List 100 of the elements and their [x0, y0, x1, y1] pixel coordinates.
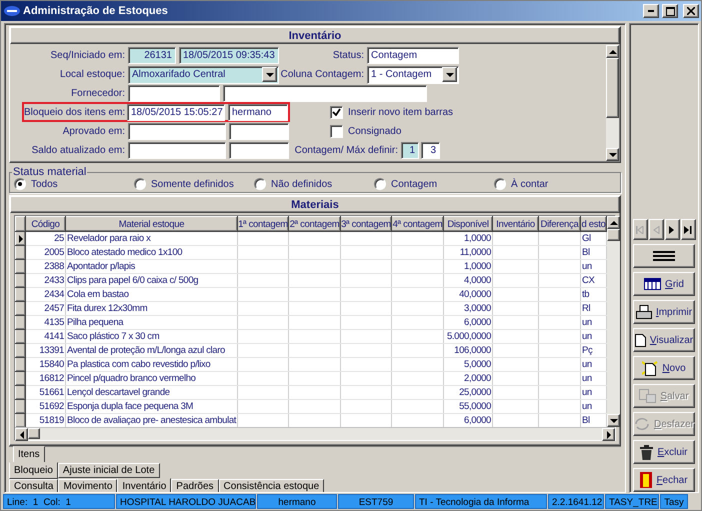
input-field[interactable] — [128, 142, 226, 159]
row-header[interactable] — [16, 316, 26, 330]
toolbar-button[interactable]: Excluir — [633, 440, 695, 464]
input-field[interactable]: 18/05/2015 09:35:43 — [179, 47, 279, 64]
field-label: Status: — [332, 50, 364, 61]
row-header[interactable] — [16, 344, 26, 358]
table-cell: 2434 — [26, 288, 66, 302]
scroll-thumb[interactable] — [606, 58, 619, 118]
scroll-thumb[interactable] — [607, 229, 620, 241]
table-cell: 55,0000 — [444, 400, 492, 414]
column-header[interactable]: d esto — [580, 216, 606, 232]
row-header[interactable] — [16, 358, 26, 372]
column-header[interactable]: Inventário — [492, 216, 538, 232]
toolbar-button[interactable]: Imprimir — [633, 300, 695, 324]
input-field[interactable]: Contagem — [367, 47, 459, 64]
input-field[interactable] — [128, 123, 226, 140]
radio-option[interactable]: Somente definidos — [134, 178, 254, 190]
input-field[interactable]: 3 — [421, 142, 440, 159]
input-field[interactable] — [229, 123, 289, 140]
radio-option[interactable]: À contar — [494, 178, 614, 190]
radio-option[interactable]: Contagem — [374, 178, 494, 190]
scroll-right-button[interactable] — [602, 428, 615, 441]
printer-icon — [636, 305, 652, 319]
input-field[interactable]: 1 — [401, 142, 419, 159]
table-cell: 15840 — [26, 358, 66, 372]
nav-button[interactable] — [680, 219, 696, 240]
tab[interactable]: Inventário — [117, 478, 172, 492]
scrollbar[interactable] — [607, 216, 620, 427]
column-header[interactable]: Disponível — [444, 216, 492, 232]
tab[interactable]: Consistência estoque — [218, 479, 324, 492]
scroll-down-button[interactable] — [606, 148, 619, 161]
dropdown[interactable]: Almoxarifado Central — [128, 66, 279, 84]
scroll-left-button[interactable] — [15, 428, 28, 441]
scrollbar[interactable] — [15, 427, 615, 440]
toolbar-button[interactable]: Fechar — [633, 468, 695, 492]
panel-title: Inventário — [10, 27, 620, 44]
row-header[interactable] — [16, 246, 26, 260]
table-cell: 51692 — [26, 400, 66, 414]
toolbar-button[interactable]: Visualizar — [633, 328, 695, 352]
arrow-down-icon — [446, 72, 454, 78]
tab[interactable]: Movimento — [58, 479, 118, 492]
input-field[interactable] — [128, 84, 220, 102]
column-header[interactable]: 2ª contagem — [288, 216, 340, 232]
minimize-button[interactable] — [643, 4, 659, 18]
arrow-up-icon — [610, 220, 618, 226]
column-header[interactable]: Código — [26, 216, 66, 232]
column-header[interactable]: 3ª contagem — [340, 216, 392, 232]
row-header[interactable] — [16, 414, 26, 428]
column-header[interactable]: Diferença — [538, 216, 580, 232]
tab[interactable]: Consulta — [9, 479, 58, 492]
row-header[interactable] — [16, 386, 26, 400]
input-field[interactable]: 18/05/2015 15:05:27 — [127, 104, 225, 120]
table-cell: Fita durex 12x30mm — [66, 302, 238, 316]
row-header[interactable] — [16, 330, 26, 344]
row-header[interactable] — [16, 274, 26, 288]
status-field: HOSPITAL HAROLDO JUACAB — [116, 494, 256, 509]
table-cell: Saco plástico 7 x 30 cm — [66, 330, 238, 344]
row-header[interactable] — [16, 400, 26, 414]
maximize-button[interactable] — [662, 4, 678, 18]
toolbar-button[interactable]: Novo — [633, 356, 695, 380]
dropdown[interactable]: 1 - Contagem — [367, 66, 459, 84]
menu-button[interactable] — [633, 244, 695, 268]
table-cell: 6,0000 — [444, 316, 492, 330]
nav-button[interactable] — [664, 219, 680, 240]
scroll-down-button[interactable] — [607, 414, 620, 427]
table-cell: Clips para papel 6/0 caixa c/ 500g — [66, 274, 238, 288]
column-header[interactable]: 4ª contagem — [392, 216, 444, 232]
input-field[interactable] — [229, 142, 289, 159]
column-header[interactable]: Material estoque — [66, 216, 238, 232]
close-button[interactable] — [683, 4, 699, 18]
radio-option[interactable]: Todos — [14, 178, 134, 190]
checkbox[interactable] — [330, 106, 343, 118]
checkbox[interactable] — [330, 125, 343, 138]
field-label: Local estoque: — [58, 69, 125, 80]
last-icon — [684, 226, 692, 234]
radio-option[interactable]: Não definidos — [254, 178, 374, 190]
tab[interactable]: Padrões — [171, 479, 219, 492]
column-header[interactable]: 1ª contagem — [238, 216, 288, 232]
table-cell: 25,0000 — [444, 386, 492, 400]
row-pointer-icon — [18, 234, 24, 242]
tab[interactable]: Bloqueio — [9, 462, 58, 479]
row-header[interactable] — [16, 288, 26, 302]
input-field[interactable] — [223, 84, 427, 102]
tab[interactable]: Itens — [13, 446, 45, 463]
row-header[interactable] — [16, 372, 26, 386]
row-header[interactable] — [16, 232, 26, 246]
input-field[interactable]: 26131 — [128, 47, 176, 64]
row-header[interactable] — [16, 260, 26, 274]
arrow-down-icon — [266, 72, 274, 78]
row-header[interactable] — [16, 302, 26, 316]
scrollbar[interactable] — [606, 45, 619, 161]
field-label: Contagem/ Máx definir: — [294, 145, 398, 156]
input-field[interactable]: hermano — [228, 104, 288, 120]
scroll-thumb[interactable] — [28, 428, 40, 439]
scroll-up-button[interactable] — [606, 45, 619, 58]
scroll-up-button[interactable] — [607, 216, 620, 229]
table-cell: 13391 — [26, 344, 66, 358]
checkbox-label: Inserir novo item barras — [348, 106, 454, 118]
toolbar-button[interactable]: Grid — [633, 272, 695, 296]
tab[interactable]: Ajuste inicial de Lote — [58, 463, 160, 478]
